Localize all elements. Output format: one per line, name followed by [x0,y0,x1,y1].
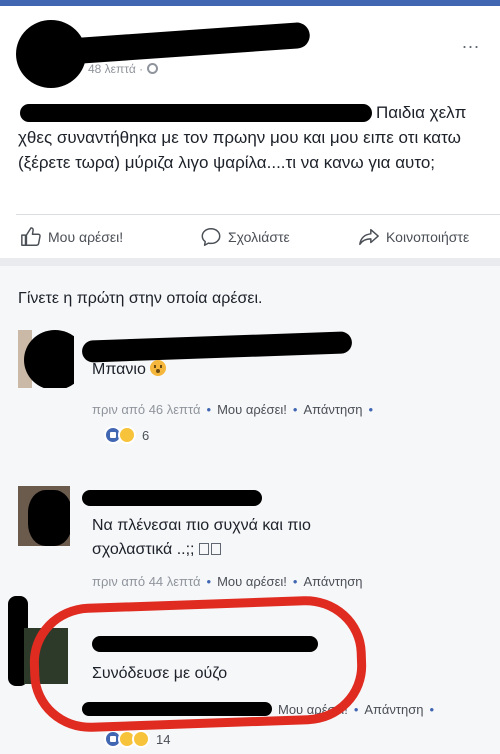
unknown-glyph-icon [198,543,209,555]
first-like-prompt: Γίνετε η πρώτη στην οποία αρέσει. [18,290,263,307]
comment-meta: πριν από 46 λεπτά • Μου αρέσει! • Απάντηση • [92,402,374,417]
highlight-circle [27,594,369,734]
comment-avatar[interactable] [18,486,70,546]
reaction-count: 14 [156,731,171,747]
share-arrow-icon [359,228,379,246]
comment-reactions[interactable]: 6 [104,426,149,444]
haha-reaction-icon [118,426,136,444]
comment-reply-link[interactable]: Απάντηση [303,574,362,589]
haha-reaction-icon [132,730,150,748]
reaction-count: 6 [142,427,150,443]
surprised-emoji-icon [150,360,167,376]
like-label: Μου αρέσει! [48,229,124,245]
globe-icon [146,63,158,74]
comment-text-label: Μπανιο [92,361,146,378]
comment-text: Να πλένεσαι πιο συχνά και πιο σχολαστικά… [92,514,392,562]
unknown-glyph-icon [210,543,221,555]
comment-label: Σχολιάστε [228,229,290,245]
comment-reactions[interactable]: 14 [104,730,170,748]
comment-like-link[interactable]: Μου αρέσει! [217,402,287,417]
post-divider [16,214,500,215]
comment-time[interactable]: πριν από 46 λεπτά [92,402,201,417]
comment-meta: πριν από 44 λεπτά • Μου αρέσει! • Απάντηση [92,574,363,589]
post-time-label: 48 λεπτά [88,62,136,76]
like-button[interactable]: Μου αρέσει! [20,226,123,248]
comment-avatar[interactable] [18,330,74,388]
post-text: Παιδια χελπ χθες συναντήθηκα με τον πρωη… [18,100,496,175]
comment-reply-link[interactable]: Απάντηση [303,402,362,417]
post-text-tail: Παιδια χελπ [376,103,467,122]
post-text-body: χθες συναντήθηκα με τον πρωην μου και μο… [18,128,461,172]
comment-time[interactable]: πριν από 44 λεπτά [92,574,201,589]
share-label: Κοινοποιήστε [386,229,470,245]
comment-button[interactable]: Σχολιάστε [200,226,290,248]
comment-bubble-icon [201,228,221,246]
post-timestamp[interactable]: 48 λεπτά · [88,62,158,76]
comment-reply-link[interactable]: Απάντηση [364,702,423,717]
comment-like-link[interactable]: Μου αρέσει! [217,574,287,589]
thumbs-up-icon [21,227,41,246]
comment-text: Μπανιο [92,358,167,382]
more-options-icon[interactable]: ... [462,32,480,53]
comment-author-redacted[interactable] [82,490,262,506]
share-button[interactable]: Κοινοποιήστε [358,226,469,248]
